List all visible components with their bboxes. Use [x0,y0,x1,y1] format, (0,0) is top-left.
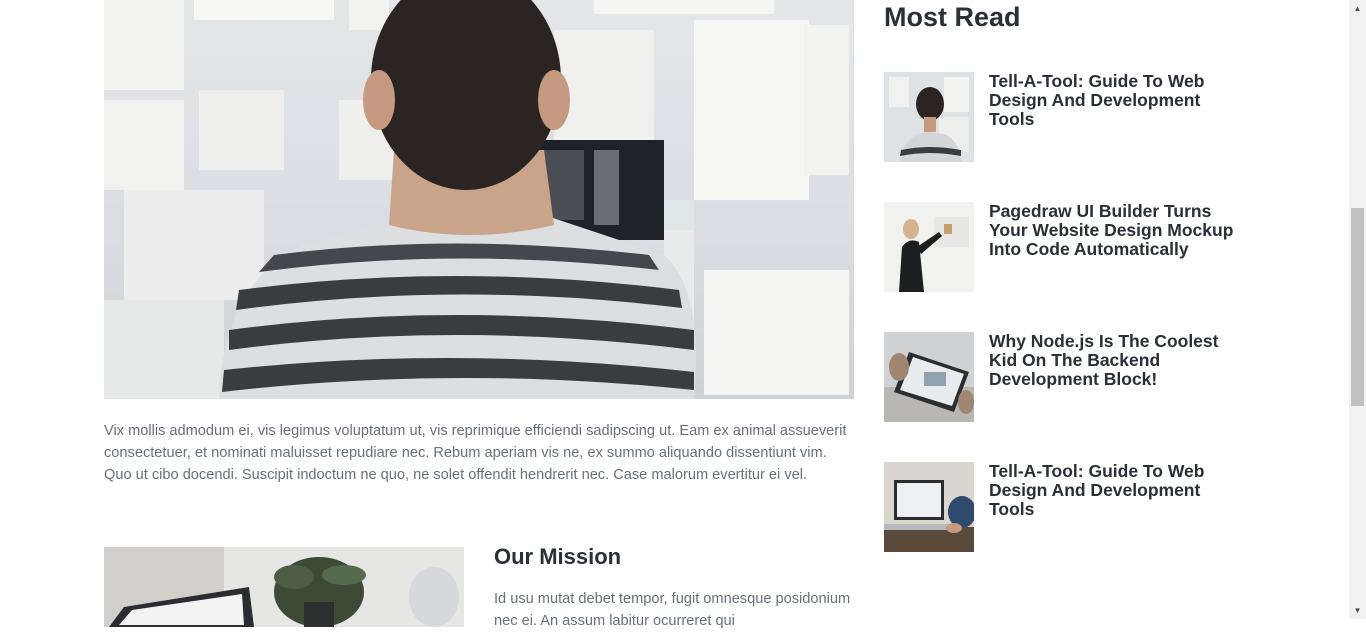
mission-title: Our Mission [494,544,622,569]
hero-image [104,0,854,399]
article-column: Vix mollis admodum ei, vis legimus volup… [104,0,854,629]
post-title[interactable]: Pagedraw UI Builder Turns Your Website D… [989,202,1239,259]
most-read-post[interactable]: Tell-A-Tool: Guide To Web Design And Dev… [884,462,1244,552]
mission-image [104,547,464,627]
most-read-post[interactable]: Why Node.js Is The Coolest Kid On The Ba… [884,332,1244,422]
scroll-up-arrow-icon[interactable]: ▲ [1349,0,1366,17]
post-thumbnail[interactable] [884,462,974,552]
scrollbar-thumb[interactable] [1351,208,1364,406]
post-title[interactable]: Tell-A-Tool: Guide To Web Design And Dev… [989,72,1239,129]
post-title[interactable]: Tell-A-Tool: Guide To Web Design And Dev… [989,462,1239,519]
most-read-title: Most Read [884,2,1021,32]
article-intro: Vix mollis admodum ei, vis legimus volup… [104,423,847,483]
post-thumbnail[interactable] [884,72,974,162]
scroll-down-arrow-icon[interactable]: ▼ [1349,602,1366,619]
mission-text: Id usu mutat debet tempor, fugit omnesqu… [494,591,851,629]
post-thumbnail[interactable] [884,332,974,422]
most-read-post[interactable]: Tell-A-Tool: Guide To Web Design And Dev… [884,72,1244,162]
vertical-scrollbar[interactable]: ▲ ▼ [1349,0,1366,619]
post-title[interactable]: Why Node.js Is The Coolest Kid On The Ba… [989,332,1239,389]
post-thumbnail[interactable] [884,202,974,292]
most-read-post[interactable]: Pagedraw UI Builder Turns Your Website D… [884,202,1244,292]
